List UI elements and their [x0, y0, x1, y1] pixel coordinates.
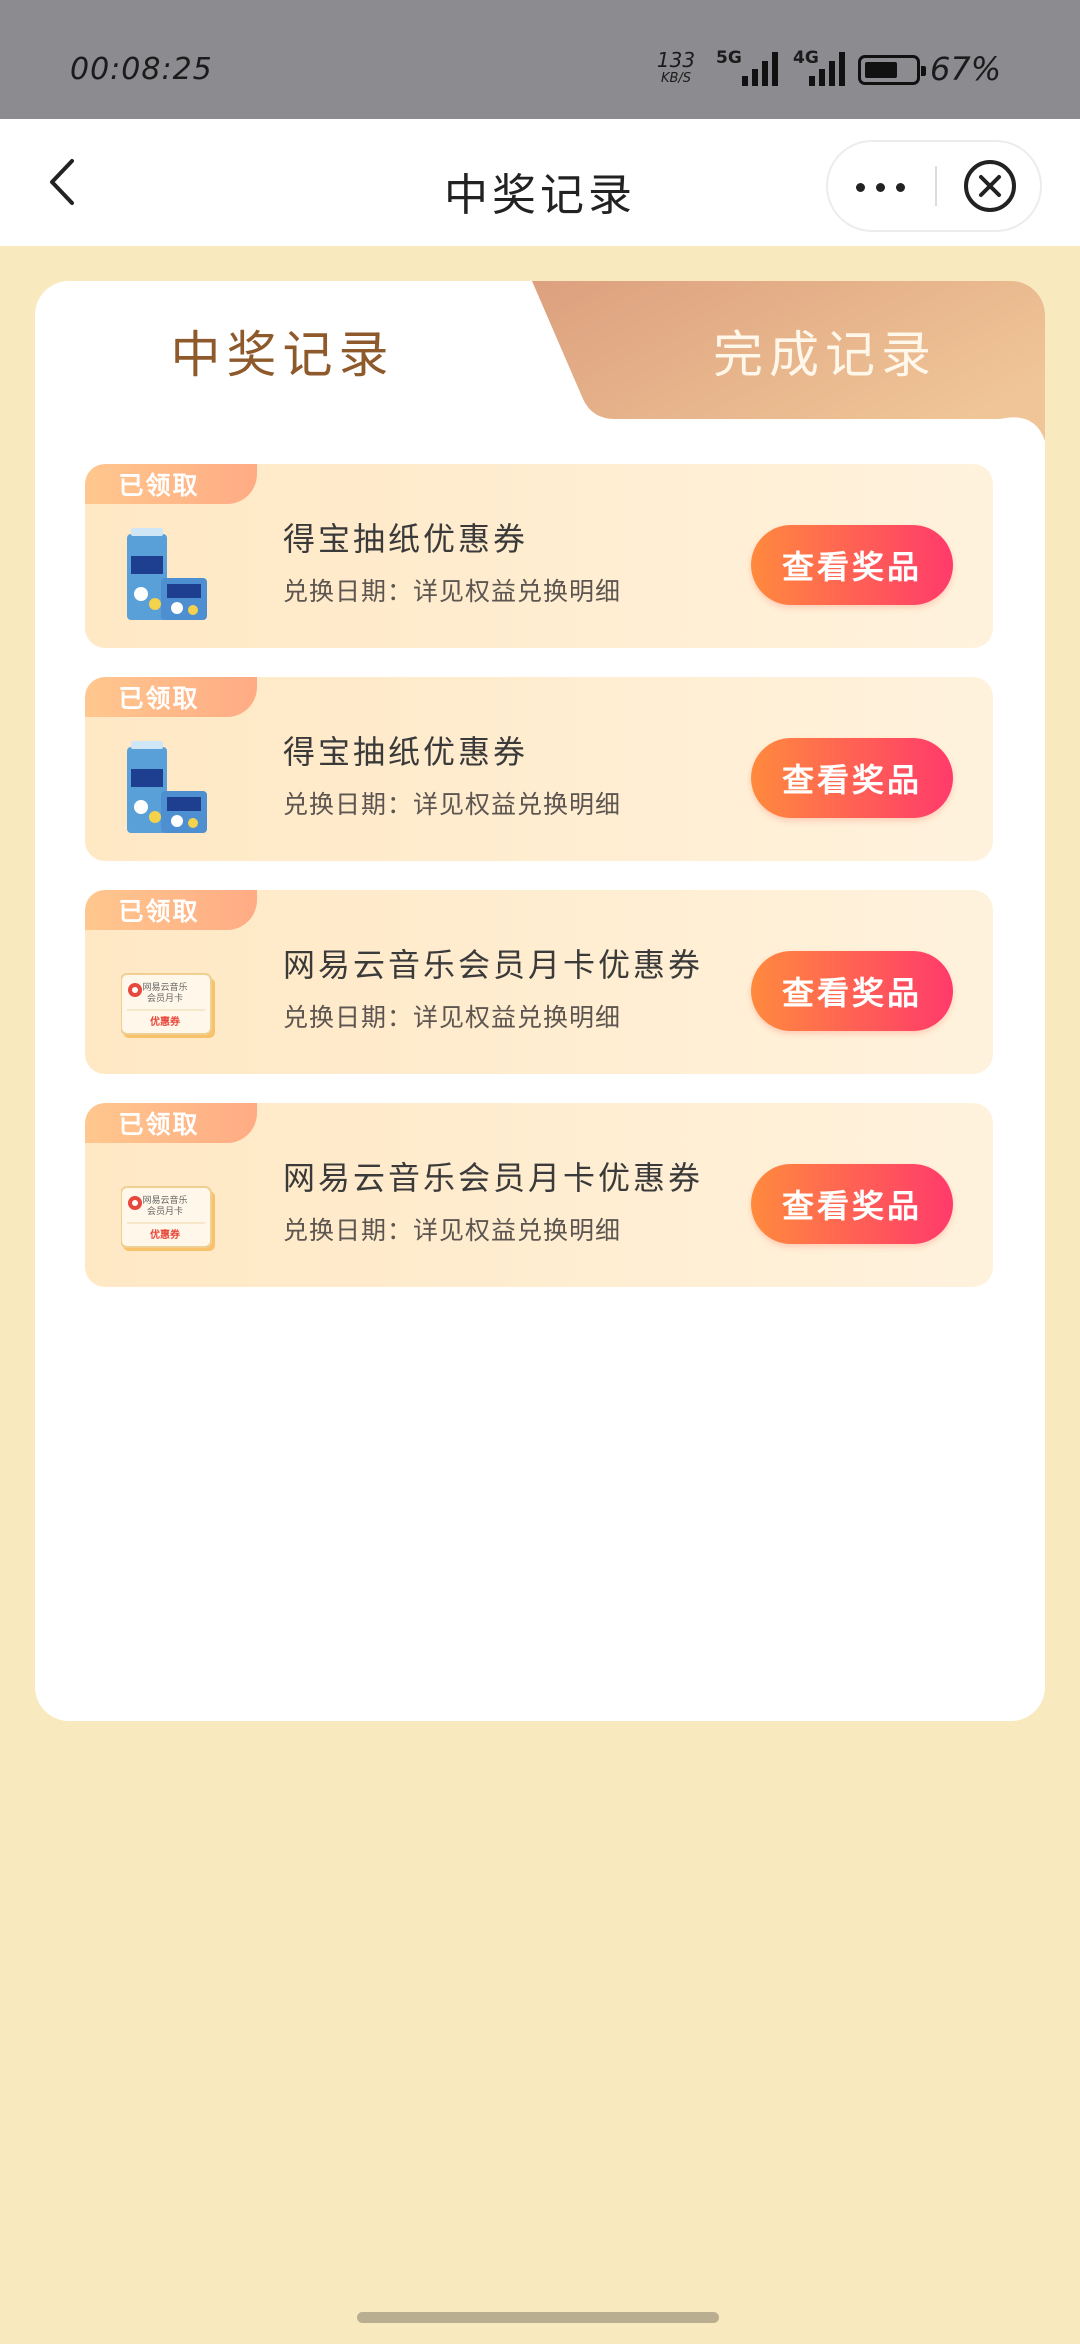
network-speed-value: 133 — [656, 48, 696, 72]
record-exchange-date: 兑换日期：详见权益兑换明细 — [283, 1003, 622, 1032]
record-exchange-date: 兑换日期：详见权益兑换明细 — [283, 1216, 622, 1245]
record-title: 网易云音乐会员月卡优惠券 — [283, 1159, 704, 1197]
record-title: 得宝抽纸优惠券 — [283, 520, 529, 558]
svg-text:优惠券: 优惠券 — [150, 1228, 181, 1241]
records-card: 中奖记录 完成记录 已领取 得宝抽纸优惠券 兑换日期：详见权益兑换明细 查看奖品… — [35, 281, 1045, 1721]
more-dots-icon — [896, 183, 905, 192]
tissue-pack-image — [121, 526, 211, 624]
more-button[interactable] — [828, 142, 934, 230]
tab-win-records[interactable]: 中奖记录 — [35, 281, 530, 421]
home-indicator[interactable] — [357, 2312, 719, 2323]
network-speed-unit: KB/S — [660, 71, 692, 86]
network-speed: 133 KB/S — [652, 50, 700, 85]
mini-program-capsule — [826, 140, 1042, 232]
battery-icon — [858, 55, 926, 85]
record-item: 已领取 网易云音乐 会员月卡 优惠券 网易云音乐会员月卡优惠券 兑换日期：详见权… — [85, 1103, 993, 1287]
svg-text:网易云音乐: 网易云音乐 — [142, 981, 187, 993]
view-prize-button[interactable]: 查看奖品 — [751, 525, 953, 605]
network-type-label: 5G — [716, 48, 742, 68]
svg-text:会员月卡: 会员月卡 — [147, 1205, 183, 1217]
signal-5g-icon: 5G — [716, 48, 778, 86]
record-item: 已领取 得宝抽纸优惠券 兑换日期：详见权益兑换明细 查看奖品 — [85, 677, 993, 861]
record-title: 得宝抽纸优惠券 — [283, 733, 529, 771]
close-button[interactable] — [962, 158, 1018, 214]
svg-text:会员月卡: 会员月卡 — [147, 992, 183, 1004]
capsule-divider — [935, 166, 937, 206]
view-prize-button[interactable]: 查看奖品 — [751, 738, 953, 818]
close-circle-icon — [964, 160, 1016, 212]
record-item: 已领取 网易云音乐 会员月卡 优惠券 网易云音乐会员月卡优惠券 兑换日期：详见权… — [85, 890, 993, 1074]
status-bar: 00:08:25 133 KB/S 5G 4G 67% — [0, 0, 1080, 119]
record-exchange-date: 兑换日期：详见权益兑换明细 — [283, 577, 622, 606]
svg-text:优惠券: 优惠券 — [150, 1015, 181, 1028]
record-item: 已领取 得宝抽纸优惠券 兑换日期：详见权益兑换明细 查看奖品 — [85, 464, 993, 648]
claimed-badge: 已领取 — [85, 464, 257, 504]
record-title: 网易云音乐会员月卡优惠券 — [283, 946, 704, 984]
view-prize-button[interactable]: 查看奖品 — [751, 1164, 953, 1244]
claimed-badge: 已领取 — [85, 890, 257, 930]
more-dots-icon — [856, 183, 865, 192]
nav-bar: 中奖记录 — [0, 119, 1080, 246]
battery-percent: 67% — [930, 50, 1002, 88]
claimed-badge: 已领取 — [85, 1103, 257, 1143]
record-exchange-date: 兑换日期：详见权益兑换明细 — [283, 790, 622, 819]
status-time: 00:08:25 — [70, 52, 213, 87]
music-coupon-image: 网易云音乐 会员月卡 优惠券 — [120, 1165, 215, 1263]
tissue-pack-image — [121, 739, 211, 837]
claimed-badge: 已领取 — [85, 677, 257, 717]
tab-completed-records[interactable]: 完成记录 — [565, 281, 1045, 421]
signal-4g-icon: 4G — [793, 48, 845, 86]
more-dots-icon — [876, 183, 885, 192]
view-prize-button[interactable]: 查看奖品 — [751, 951, 953, 1031]
svg-text:网易云音乐: 网易云音乐 — [142, 1194, 187, 1206]
music-coupon-image: 网易云音乐 会员月卡 优惠券 — [120, 952, 215, 1050]
